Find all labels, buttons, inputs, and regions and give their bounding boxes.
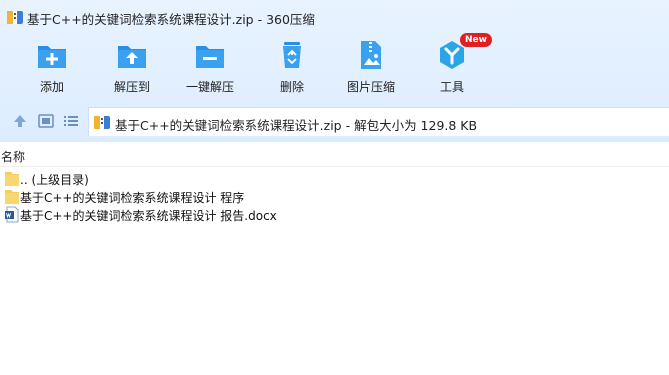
list-item-docx[interactable]: 基于C++的关键词检索系统课程设计 报告.docx [0, 205, 669, 224]
add-folder-icon [38, 46, 66, 68]
address-bar[interactable]: 基于C++的关键词检索系统课程设计.zip - 解包大小为 129.8 KB [88, 107, 669, 136]
thumbnail-view-icon[interactable] [37, 112, 55, 130]
image-compress-button[interactable]: 图片压缩 [331, 34, 411, 98]
extract-to-folder-icon [118, 46, 146, 68]
up-arrow-icon[interactable] [11, 112, 29, 130]
add-button[interactable]: 添加 [12, 34, 92, 98]
tools-button[interactable]: New 工具 [412, 33, 492, 98]
one-click-extract-icon [196, 46, 224, 68]
address-row: 基于C++的关键词检索系统课程设计.zip - 解包大小为 129.8 KB [0, 104, 669, 138]
one-click-extract-button[interactable]: 一键解压 [170, 34, 250, 98]
toolbar: 添加 解压到 一键解压 删除 图片压缩 New 工具 [0, 33, 669, 98]
image-compress-icon [361, 41, 381, 69]
delete-label: 删除 [279, 80, 304, 94]
extract-to-button[interactable]: 解压到 [92, 34, 172, 98]
archive-icon [94, 116, 110, 129]
list-item-folder[interactable]: 基于C++的关键词检索系统课程设计 程序 [0, 187, 669, 206]
extract-to-label: 解压到 [113, 80, 150, 94]
delete-button[interactable]: 删除 [252, 34, 332, 98]
address-text: 基于C++的关键词检索系统课程设计.zip - 解包大小为 129.8 KB [115, 118, 478, 133]
file-name: 基于C++的关键词检索系统课程设计 程序 [20, 191, 245, 205]
window-title: 基于C++的关键词检索系统课程设计.zip - 360压缩 [27, 12, 315, 27]
new-badge: New [460, 33, 492, 47]
list-view-icon[interactable] [62, 112, 80, 130]
column-header-name[interactable]: 名称 [0, 146, 669, 166]
list-item-parent[interactable]: .. (上级目录) [0, 169, 669, 188]
header-divider [0, 166, 669, 167]
folder-icon [5, 190, 19, 204]
file-name: .. (上级目录) [20, 173, 89, 187]
recycle-bin-icon [283, 42, 301, 68]
column-name-label: 名称 [1, 150, 26, 164]
word-document-icon [5, 206, 19, 223]
image-compress-label: 图片压缩 [346, 80, 395, 94]
folder-icon [5, 172, 19, 186]
file-name: 基于C++的关键词检索系统课程设计 报告.docx [20, 209, 277, 223]
add-label: 添加 [39, 80, 64, 94]
archive-icon [7, 11, 23, 24]
tools-label: 工具 [439, 80, 464, 94]
header-area: 基于C++的关键词检索系统课程设计.zip - 360压缩 添加 解压到 一键解… [0, 0, 669, 142]
title-bar: 基于C++的关键词检索系统课程设计.zip - 360压缩 [0, 0, 669, 34]
one-click-extract-label: 一键解压 [185, 80, 234, 94]
